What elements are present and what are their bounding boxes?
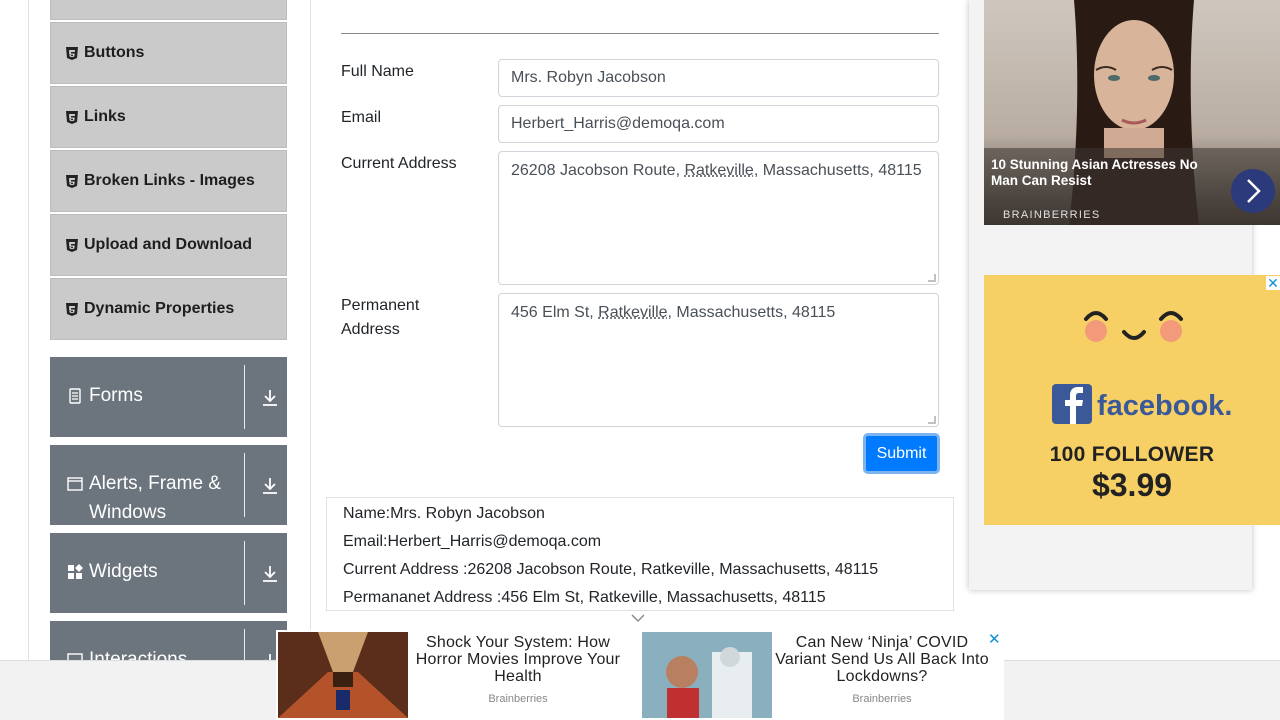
permanent-address-text: 456 Elm St, [511,304,599,321]
output-panel: Name:Mrs. Robyn Jacobson Email:Herbert_H… [326,497,954,611]
ad-next-button[interactable] [1231,169,1275,213]
ad-image-hallway [278,632,408,718]
sidebar-group-label: Forms [89,385,143,406]
permanent-address-city: Ratkeville [598,304,668,321]
document-icon [69,388,81,404]
close-icon[interactable]: ✕ [988,630,1001,648]
current-address-text: , Massachusetts, 48115 [753,162,922,179]
html5-icon [66,302,78,316]
divider [244,453,245,517]
submit-button[interactable]: Submit [863,433,940,474]
permanent-address-label-line: Permanent [341,297,420,314]
html5-icon [66,238,78,252]
ad-brand: BRAINBERRIES [1003,209,1101,221]
sidebar-item-label: Broken Links - Images [84,172,255,189]
sidebar-item-buttons[interactable]: Buttons [50,22,287,84]
widgets-icon [68,564,83,579]
output-permanent-address: Permananet Address :456 Elm St, Ratkevil… [343,589,826,606]
sidebar-group-alerts[interactable]: Alerts, Frame & Windows [50,445,287,525]
ad-price: $3.99 [1091,467,1173,503]
sidebar-item-label: Upload and Download [84,236,252,253]
ad-image-covid [642,632,772,718]
ad-title: 10 Stunning Asian Actresses No Man Can R… [991,157,1198,188]
download-icon[interactable] [262,477,278,495]
divider [28,0,29,720]
output-name: Name:Mrs. Robyn Jacobson [343,505,545,522]
ad-art: facebook. [1052,311,1232,424]
sidebar-group-widgets[interactable]: Widgets [50,533,287,613]
html5-icon [66,46,78,60]
sidebar-item-dynamic-properties[interactable]: Dynamic Properties [50,278,287,340]
permanent-address-textarea[interactable]: 456 Elm St, Ratkeville, Massachusetts, 4… [498,293,939,427]
ad-brand: Brainberries [852,693,912,705]
divider [310,0,311,720]
sidebar-item-label: Buttons [84,44,145,61]
download-icon[interactable] [262,565,278,583]
full-name-input[interactable]: Mrs. Robyn Jacobson [498,59,939,97]
divider [244,365,245,429]
ad-title: Shock Your System: How Horror Movies Imp… [415,634,621,685]
full-name-label: Full Name [341,63,414,80]
divider [244,541,245,605]
ad-line: 100 FOLLOWER [1049,443,1215,466]
current-address-label: Current Address [341,155,457,172]
resize-handle[interactable] [928,416,936,424]
ad-brand: Brainberries [488,693,548,705]
output-email: Email:Herbert_Harris@demoqa.com [343,533,602,550]
sidebar-item-label: Links [84,108,126,125]
permanent-address-label: Permanent Address [341,294,419,342]
chevron-right-icon [1247,179,1261,203]
bottom-ad[interactable]: Shock Your System: How Horror Movies Imp… [276,630,1004,720]
window-icon [67,477,83,491]
close-icon[interactable]: ✕ [1266,276,1280,290]
resize-handle[interactable] [928,274,936,282]
chevron-down-icon[interactable] [630,612,646,624]
html5-icon [66,174,78,188]
permanent-address-label-line: Address [341,321,400,338]
ad-title: Can New ‘Ninja’ COVID Variant Send Us Al… [775,634,989,685]
page: Buttons Links Broken Links - Images Uplo… [0,0,1280,720]
permanent-address-text: , Massachusetts, 48115 [667,304,836,321]
divider [341,33,939,34]
sidebar-item-label: Dynamic Properties [84,300,235,317]
email-label: Email [341,109,382,126]
current-address-text: 26208 Jacobson Route, [511,162,685,179]
sidebar-item-partial[interactable] [50,0,287,20]
sidebar-group-label: Widgets [89,561,158,582]
sidebar-item-links[interactable]: Links [50,86,287,148]
sidebar-group-forms[interactable]: Forms [50,357,287,437]
email-input[interactable]: Herbert_Harris@demoqa.com [498,105,939,143]
current-address-city: Ratkeville [684,162,754,179]
sidebar-item-broken-links[interactable]: Broken Links - Images [50,150,287,212]
sidebar-item-upload-download[interactable]: Upload and Download [50,214,287,276]
sidebar-group-label: Alerts, Frame & Windows [89,473,221,523]
html5-icon [66,110,78,124]
current-address-textarea[interactable]: 26208 Jacobson Route, Ratkeville, Massac… [498,151,939,285]
output-current-address: Current Address :26208 Jacobson Route, R… [343,561,879,578]
ad-brand: facebook. [1097,390,1232,422]
download-icon[interactable] [262,389,278,407]
